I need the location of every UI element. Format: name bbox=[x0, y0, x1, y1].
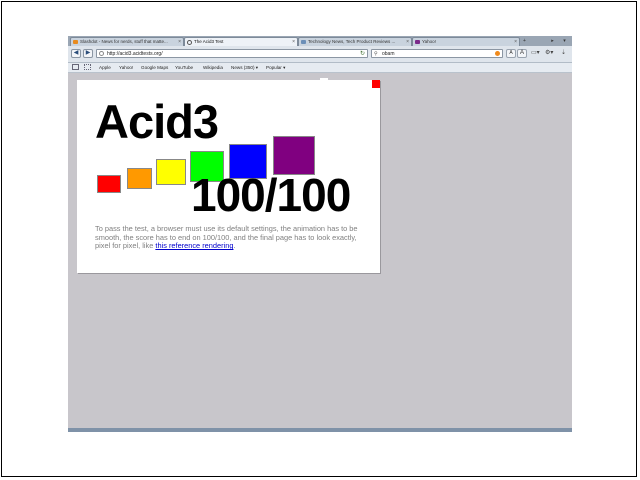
downloads-icon[interactable]: ⇣ bbox=[561, 49, 566, 58]
page-title: Acid3 bbox=[95, 95, 219, 148]
url-text: http://acid3.acidtests.org/ bbox=[107, 51, 163, 57]
close-icon[interactable]: × bbox=[292, 38, 295, 46]
new-tab-icon[interactable]: + bbox=[520, 37, 529, 45]
bookmark-wikipedia[interactable]: Wikipedia bbox=[203, 63, 223, 72]
search-query: obam bbox=[382, 51, 395, 57]
navigation-toolbar: ◀ ▶ http://acid3.acidtests.org/ ↻ ⚲ obam… bbox=[68, 46, 572, 63]
page-menu-icon[interactable]: ▭▾ bbox=[531, 49, 540, 58]
back-button[interactable]: ◀ bbox=[71, 49, 81, 58]
test-marker bbox=[320, 78, 328, 81]
tab-strip: Slashdot - News for nerds, stuff that ma… bbox=[68, 36, 572, 46]
bookmark-google-maps[interactable]: Google Maps bbox=[141, 63, 168, 72]
tab-yahoo[interactable]: Yahoo! × bbox=[412, 37, 520, 46]
address-bar[interactable]: http://acid3.acidtests.org/ ↻ bbox=[96, 49, 368, 58]
search-input[interactable]: ⚲ obam bbox=[371, 49, 503, 58]
test-square-yellow bbox=[156, 159, 186, 185]
test-square-orange bbox=[127, 168, 152, 189]
close-icon[interactable]: × bbox=[178, 38, 181, 46]
gear-icon[interactable]: ⚙▾ bbox=[545, 49, 553, 58]
tab-list-arrow-icon[interactable]: ▸ bbox=[548, 37, 557, 45]
tab-label: Yahoo! bbox=[422, 39, 436, 44]
tab-technology-news[interactable]: Technology News, Tech Product Reviews ..… bbox=[298, 37, 412, 46]
bookmark-news[interactable]: News (350) ▾ bbox=[231, 63, 258, 72]
tab-acid3[interactable]: The Acid3 Test × bbox=[184, 37, 298, 46]
forward-button[interactable]: ▶ bbox=[83, 49, 93, 58]
slashdot-favicon-icon bbox=[73, 40, 78, 44]
bookmark-apple[interactable]: Apple bbox=[99, 63, 111, 72]
top-sites-icon[interactable] bbox=[84, 64, 91, 70]
close-icon[interactable]: × bbox=[406, 38, 409, 46]
tab-label: Technology News, Tech Product Reviews ..… bbox=[308, 39, 396, 44]
test-square-red bbox=[97, 175, 121, 193]
search-icon: ⚲ bbox=[374, 51, 378, 57]
tab-label: The Acid3 Test bbox=[194, 39, 224, 44]
close-icon[interactable]: × bbox=[514, 38, 517, 46]
zoom-out-button[interactable]: A bbox=[506, 49, 516, 58]
description-end: . bbox=[233, 241, 236, 251]
zoom-in-button[interactable]: A bbox=[517, 49, 527, 58]
show-bookmarks-icon[interactable] bbox=[72, 64, 79, 70]
tab-menu-icon[interactable]: ▾ bbox=[560, 37, 569, 45]
acid3-test-box: Acid3 100/100 To pass the test, a browse… bbox=[77, 78, 380, 273]
tab-label: Slashdot - News for nerds, stuff that ma… bbox=[80, 39, 168, 44]
score: 100/100 bbox=[191, 169, 351, 221]
browser-window: Slashdot - News for nerds, stuff that ma… bbox=[68, 36, 572, 432]
taskbar-strip bbox=[68, 428, 572, 432]
bookmark-popular[interactable]: Popular ▾ bbox=[266, 63, 285, 72]
search-go-icon[interactable] bbox=[495, 51, 500, 56]
loading-icon bbox=[187, 40, 192, 45]
bookmark-yahoo[interactable]: Yahoo! bbox=[119, 63, 133, 72]
red-corner-marker bbox=[372, 80, 380, 88]
bookmarks-bar: Apple Yahoo! Google Maps YouTube Wikiped… bbox=[68, 63, 572, 73]
test-description: To pass the test, a browser must use its… bbox=[95, 224, 367, 251]
yahoo-favicon-icon bbox=[415, 40, 420, 44]
site-identity-icon bbox=[99, 51, 104, 56]
reference-rendering-link[interactable]: this reference rendering bbox=[155, 241, 233, 250]
site-favicon-icon bbox=[301, 40, 306, 44]
bookmark-youtube[interactable]: YouTube bbox=[175, 63, 193, 72]
tab-slashdot[interactable]: Slashdot - News for nerds, stuff that ma… bbox=[70, 37, 184, 46]
reload-icon[interactable]: ↻ bbox=[360, 50, 365, 58]
page-viewport: Acid3 100/100 To pass the test, a browse… bbox=[68, 73, 572, 432]
